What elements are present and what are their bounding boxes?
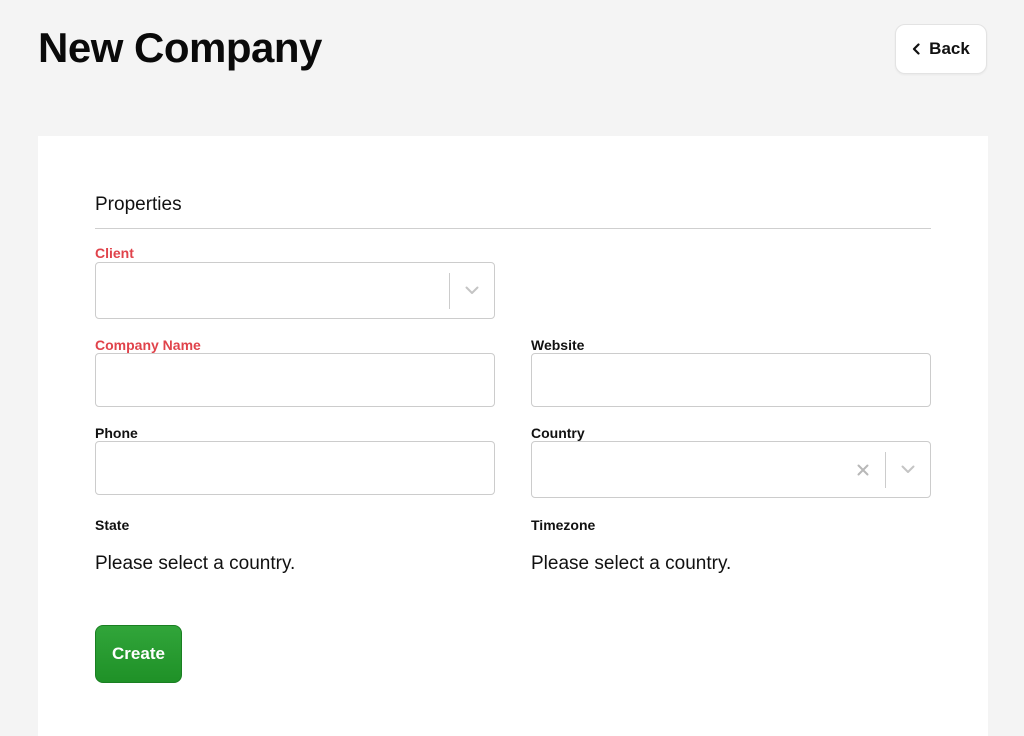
chevron-down-icon[interactable] — [886, 442, 930, 497]
section-title: Properties — [95, 194, 182, 215]
country-select[interactable] — [531, 441, 931, 498]
client-select[interactable] — [95, 262, 495, 319]
client-select-indicators — [449, 263, 494, 318]
website-label: Website — [531, 337, 585, 353]
company-name-field[interactable] — [95, 353, 495, 407]
section-divider — [95, 228, 931, 229]
timezone-label: Timezone — [531, 517, 596, 533]
chevron-down-icon[interactable] — [450, 263, 494, 318]
state-message: Please select a country. — [95, 553, 296, 574]
client-label: Client — [95, 245, 134, 261]
phone-label: Phone — [95, 425, 138, 441]
back-button[interactable]: Back — [895, 24, 987, 74]
back-button-label: Back — [929, 39, 970, 58]
phone-field[interactable] — [95, 441, 495, 495]
website-field[interactable] — [531, 353, 931, 407]
chevron-left-icon — [912, 43, 921, 55]
close-icon[interactable] — [841, 442, 885, 497]
page-title: New Company — [38, 24, 322, 71]
form-card: Properties Client Company Name Website P… — [38, 136, 988, 736]
country-select-indicators — [841, 442, 930, 497]
timezone-message: Please select a country. — [531, 553, 732, 574]
country-label: Country — [531, 425, 585, 441]
create-button[interactable]: Create — [95, 625, 182, 683]
state-label: State — [95, 517, 130, 533]
company-name-label: Company Name — [95, 337, 201, 353]
